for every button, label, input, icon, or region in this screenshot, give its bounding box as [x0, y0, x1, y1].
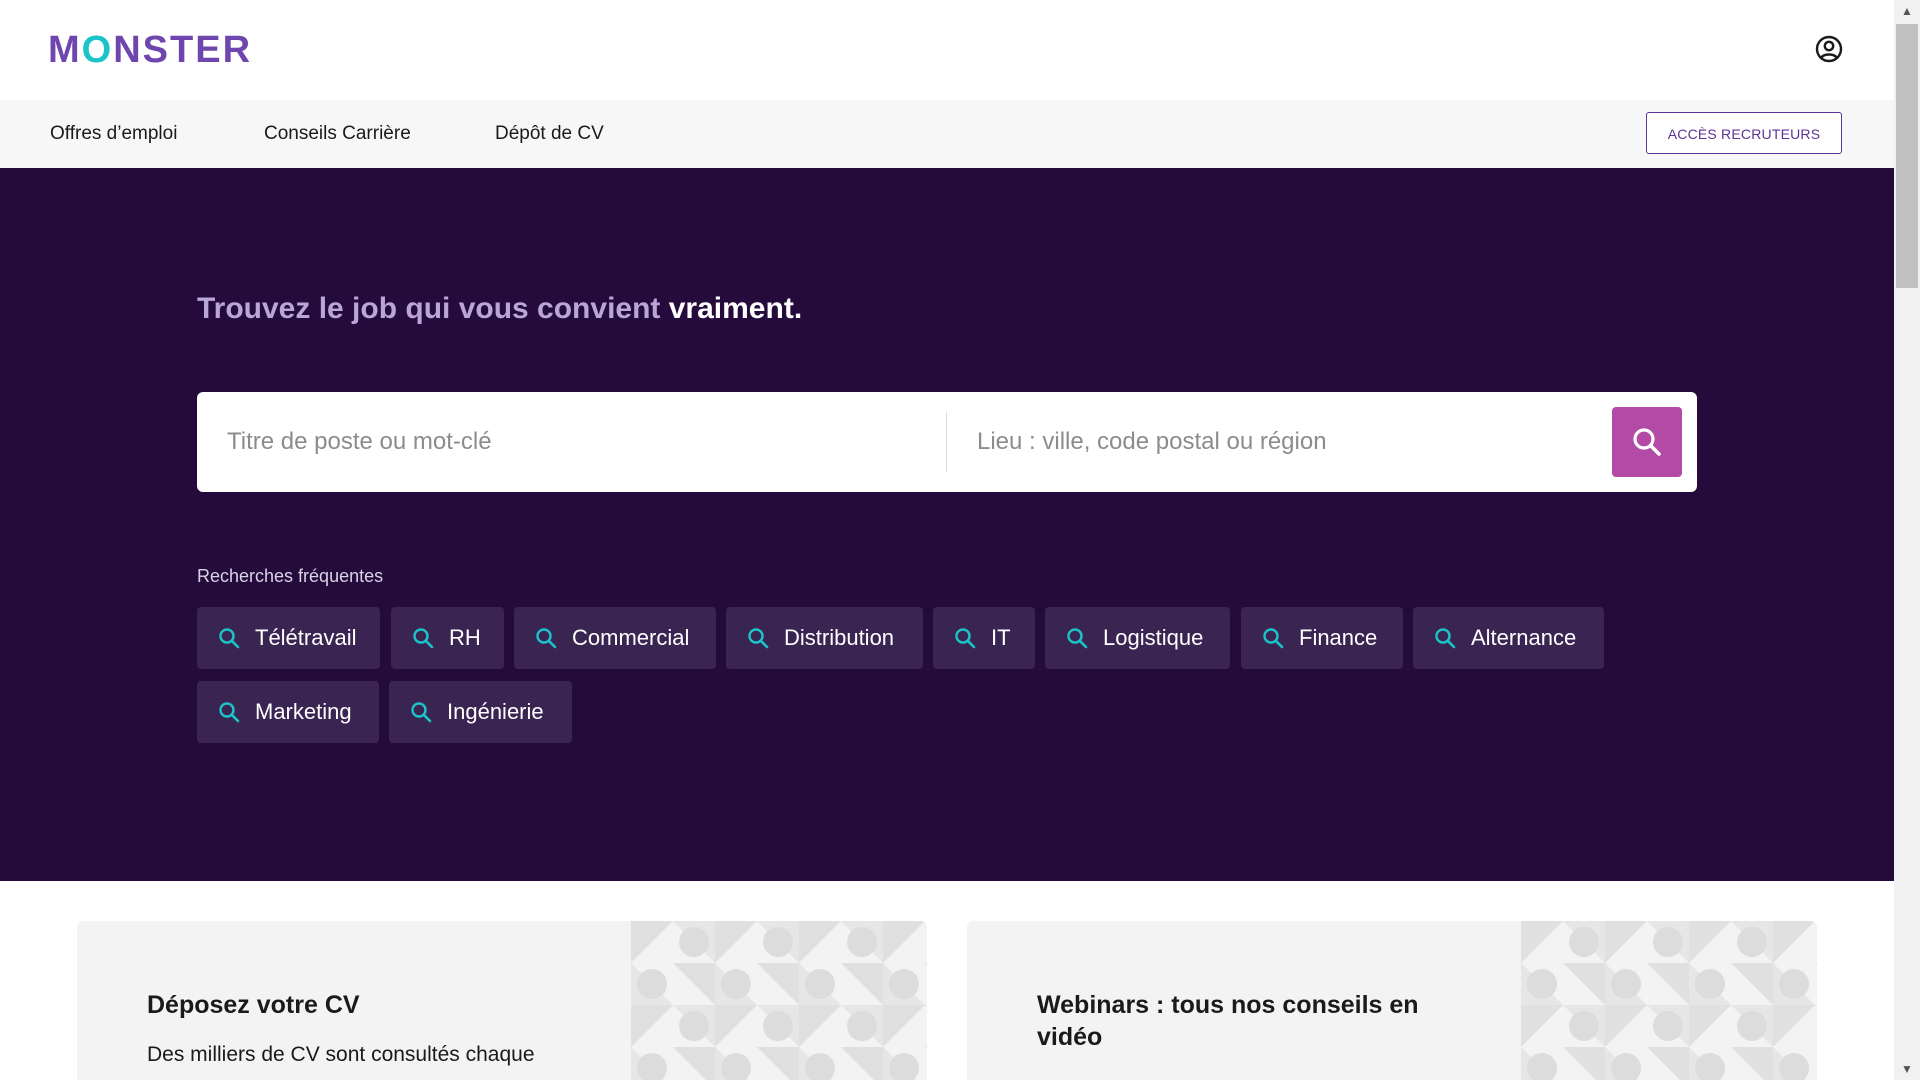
search-icon — [1435, 628, 1456, 649]
chip-label: Finance — [1299, 625, 1378, 650]
frequent-searches-label: Recherches fréquentes — [197, 566, 384, 586]
scroll-up-icon[interactable]: ▲ — [1894, 0, 1920, 22]
chip-label: IT — [991, 625, 1011, 650]
keyword-input[interactable] — [197, 392, 946, 492]
search-icon — [219, 628, 240, 649]
geometric-pattern-decoration — [1521, 921, 1817, 1080]
search-icon — [955, 628, 976, 649]
scroll-down-icon[interactable]: ▼ — [1894, 1058, 1920, 1080]
job-search-box — [197, 392, 1697, 492]
monster-logo[interactable]: MONSTER — [48, 30, 252, 70]
chip-rh[interactable]: RH — [391, 607, 504, 669]
page: MONSTER Offres d’emploi Conseils Carrièr… — [0, 0, 1894, 1080]
location-input[interactable] — [947, 392, 1597, 492]
nav-link-career-advice[interactable]: Conseils Carrière — [264, 100, 411, 168]
search-button[interactable] — [1612, 407, 1682, 477]
card-upload-cv[interactable]: Déposez votre CV Des milliers de CV sont… — [77, 921, 927, 1080]
chip-label: RH — [449, 625, 481, 650]
search-icon — [1633, 428, 1661, 456]
chip-label: Marketing — [255, 699, 352, 724]
chip-ingenierie[interactable]: Ingénierie — [389, 681, 572, 743]
search-icon — [1067, 628, 1088, 649]
main-nav: Offres d’emploi Conseils Carrière Dépôt … — [0, 100, 1894, 168]
card-title: Déposez votre CV — [147, 991, 360, 1019]
chip-label: Logistique — [1103, 625, 1204, 650]
top-header: MONSTER — [0, 0, 1894, 100]
scroll-thumb[interactable] — [1896, 24, 1918, 288]
card-title: Webinars : tous nos conseils en vidéo — [1037, 991, 1419, 1051]
search-icon — [411, 702, 432, 723]
hero-title: Trouvez le job qui vous convient vraimen… — [197, 292, 803, 325]
chip-label: Distribution — [784, 625, 895, 650]
chip-label: Alternance — [1471, 625, 1577, 650]
nav-link-job-offers[interactable]: Offres d’emploi — [50, 100, 177, 168]
chip-teletravail[interactable]: Télétravail — [197, 607, 380, 669]
chip-alternance[interactable]: Alternance — [1413, 607, 1604, 669]
chip-distribution[interactable]: Distribution — [726, 607, 923, 669]
search-icon — [219, 702, 240, 723]
nav-link-cv-upload[interactable]: Dépôt de CV — [495, 100, 604, 168]
chip-label: Commercial — [572, 625, 690, 650]
search-icon — [748, 628, 769, 649]
chip-logistique[interactable]: Logistique — [1045, 607, 1230, 669]
chip-marketing[interactable]: Marketing — [197, 681, 379, 743]
chip-commercial[interactable]: Commercial — [514, 607, 716, 669]
chip-label: Télétravail — [255, 625, 357, 650]
logo-wordmark: MONSTER — [48, 29, 253, 71]
search-icon — [413, 628, 434, 649]
card-webinars[interactable]: Webinars : tous nos conseils en vidéo — [967, 921, 1817, 1080]
chip-finance[interactable]: Finance — [1241, 607, 1403, 669]
card-text: Des milliers de CV sont consultés chaque — [147, 1043, 535, 1066]
geometric-pattern-decoration — [631, 921, 927, 1080]
vertical-scrollbar[interactable]: ▲ ▼ — [1894, 0, 1920, 1080]
recruiter-access-button[interactable]: ACCÈS RECRUTEURS — [1646, 112, 1842, 154]
chip-label: Ingénierie — [447, 699, 544, 724]
chip-it[interactable]: IT — [933, 607, 1035, 669]
user-circle-icon[interactable] — [1814, 34, 1844, 64]
hero-section: Trouvez le job qui vous convient vraimen… — [0, 168, 1894, 881]
search-icon — [1263, 628, 1284, 649]
search-icon — [536, 628, 557, 649]
